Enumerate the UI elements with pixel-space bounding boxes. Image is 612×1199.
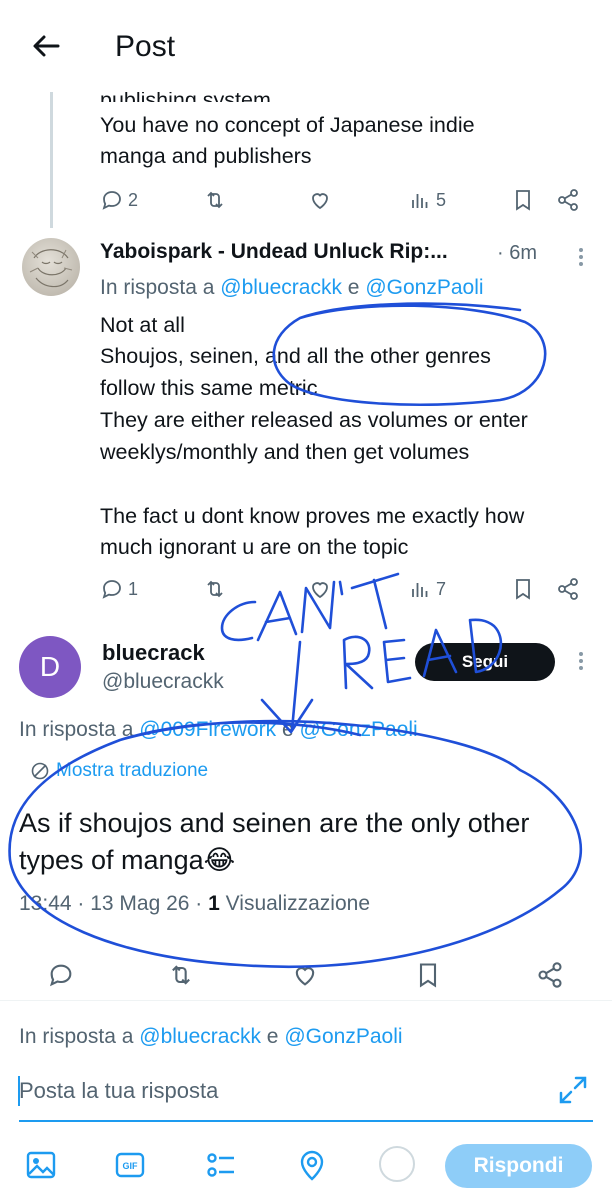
repost-icon bbox=[207, 191, 223, 209]
reply-button[interactable]: 2 bbox=[100, 185, 138, 215]
mention-link[interactable]: @bluecrackk bbox=[220, 276, 342, 299]
mention-link[interactable]: @009Firework bbox=[139, 718, 276, 741]
character-counter bbox=[379, 1146, 415, 1182]
post-text-line: They are either released as volumes or e… bbox=[100, 408, 528, 432]
sketch-avatar-icon bbox=[29, 249, 73, 288]
repost-button[interactable] bbox=[167, 960, 195, 990]
post-text-line: The fact u dont know proves me exactly h… bbox=[100, 504, 525, 528]
follow-button[interactable]: Segui bbox=[415, 643, 555, 681]
main-action-bar bbox=[0, 960, 612, 996]
share-icon bbox=[558, 578, 578, 600]
post-text-line: Shoujos, seinen, and all the other genre… bbox=[100, 344, 491, 368]
like-button[interactable] bbox=[291, 960, 319, 990]
bookmark-icon bbox=[516, 190, 530, 211]
heart-icon bbox=[295, 967, 315, 986]
mention-link[interactable]: @GonzPaoli bbox=[284, 1025, 402, 1048]
post-text-line: You have no concept of Japanese indie bbox=[100, 113, 475, 137]
post-text-line: much ignorant u are on the topic bbox=[100, 535, 409, 559]
more-options-icon[interactable] bbox=[578, 652, 584, 673]
add-poll-button[interactable] bbox=[204, 1148, 238, 1182]
repost-icon bbox=[172, 965, 190, 985]
post-action-bar: 1 7 bbox=[98, 574, 598, 604]
author-name[interactable]: Yaboispark - Undead Unluck Rip:... bbox=[100, 240, 448, 264]
post-main-text: As if shoujos and seinen are the only ot… bbox=[19, 805, 529, 879]
mention-link[interactable]: @bluecrackk bbox=[139, 1025, 261, 1048]
reply-icon bbox=[102, 580, 121, 599]
post-text-line: follow this same metric bbox=[100, 376, 318, 400]
translation-label: Mostra traduzione bbox=[56, 760, 209, 781]
views-count: 7 bbox=[436, 578, 447, 599]
avatar[interactable]: D bbox=[19, 636, 81, 698]
top-bar: Post bbox=[0, 0, 612, 92]
share-button[interactable] bbox=[556, 185, 580, 215]
replying-to: In risposta a @009Firework e @GonzPaoli bbox=[19, 718, 418, 741]
reply-button[interactable]: 1 bbox=[100, 574, 138, 604]
reply-count: 2 bbox=[128, 189, 139, 210]
like-button[interactable] bbox=[308, 574, 332, 604]
views-button[interactable]: 5 bbox=[408, 185, 446, 215]
share-icon bbox=[558, 189, 578, 211]
bar-chart-icon bbox=[412, 583, 428, 597]
views-count: 5 bbox=[436, 189, 447, 210]
post-meta: 13:44 · 13 Mag 26 · 1 Visualizzazione bbox=[19, 892, 370, 916]
bar-chart-icon bbox=[412, 194, 428, 208]
globe-icon bbox=[31, 762, 49, 780]
location-icon bbox=[300, 1150, 324, 1181]
heart-icon bbox=[312, 193, 328, 210]
reply-submit-button[interactable]: Rispondi bbox=[445, 1144, 592, 1188]
share-button[interactable] bbox=[536, 960, 564, 990]
post-text-line: As if shoujos and seinen are the only ot… bbox=[19, 808, 530, 838]
thread-line bbox=[50, 80, 53, 228]
post-time: · 6m bbox=[497, 242, 537, 264]
mention-link[interactable]: @GonzPaoli bbox=[299, 718, 417, 741]
arrow-left-icon[interactable] bbox=[30, 30, 62, 62]
replying-to: In risposta a @bluecrackk e @GonzPaoli bbox=[100, 276, 484, 299]
page-title: Post bbox=[115, 30, 176, 63]
gif-icon: GIF bbox=[115, 1152, 145, 1178]
poll-icon bbox=[207, 1153, 234, 1177]
expand-icon[interactable] bbox=[557, 1074, 589, 1106]
bookmark-button[interactable] bbox=[414, 960, 442, 990]
bookmark-icon bbox=[516, 579, 530, 600]
share-icon bbox=[538, 962, 562, 988]
views-count: 1 bbox=[208, 892, 220, 915]
show-translation-link[interactable]: Mostra traduzione bbox=[30, 760, 208, 782]
input-underline bbox=[19, 1120, 593, 1122]
share-button[interactable] bbox=[556, 574, 580, 604]
like-button[interactable] bbox=[308, 185, 332, 215]
views-button[interactable]: 7 bbox=[408, 574, 446, 604]
author-name[interactable]: bluecrack bbox=[102, 640, 205, 666]
post-text-line: Not at all bbox=[100, 313, 185, 337]
avatar[interactable] bbox=[22, 238, 80, 296]
add-location-button[interactable] bbox=[295, 1148, 329, 1182]
svg-text:GIF: GIF bbox=[123, 1161, 139, 1171]
reply-icon bbox=[102, 191, 121, 210]
repost-icon bbox=[207, 580, 223, 598]
views-label: Visualizzazione bbox=[219, 892, 371, 915]
reply-count: 1 bbox=[128, 578, 139, 599]
bookmark-icon bbox=[419, 963, 437, 988]
composer-replying-to: In risposta a @bluecrackk e @GonzPaoli bbox=[19, 1025, 403, 1048]
bookmark-button[interactable] bbox=[511, 185, 535, 215]
repost-button[interactable] bbox=[203, 185, 227, 215]
more-options-icon[interactable] bbox=[578, 248, 584, 269]
reply-icon bbox=[49, 964, 72, 987]
mention-link[interactable]: @GonzPaoli bbox=[365, 276, 483, 299]
post-text-line: weeklys/monthly and then get volumes bbox=[100, 440, 470, 464]
add-gif-button[interactable]: GIF bbox=[113, 1148, 147, 1182]
image-icon bbox=[26, 1151, 56, 1179]
repost-button[interactable] bbox=[203, 574, 227, 604]
reply-button[interactable] bbox=[47, 960, 75, 990]
post-action-bar: 2 5 bbox=[98, 185, 598, 215]
add-image-button[interactable] bbox=[24, 1148, 58, 1182]
reply-input[interactable]: Posta la tua risposta bbox=[19, 1078, 218, 1104]
divider bbox=[0, 1000, 612, 1001]
author-handle[interactable]: @bluecrackk bbox=[102, 670, 224, 694]
bookmark-button[interactable] bbox=[511, 574, 535, 604]
post-text-line: manga and publishers bbox=[100, 144, 312, 168]
heart-icon bbox=[312, 582, 328, 599]
post-timestamp: 13:44 · 13 Mag 26 · bbox=[19, 892, 209, 915]
post-text-line: types of manga😂 bbox=[19, 845, 236, 875]
